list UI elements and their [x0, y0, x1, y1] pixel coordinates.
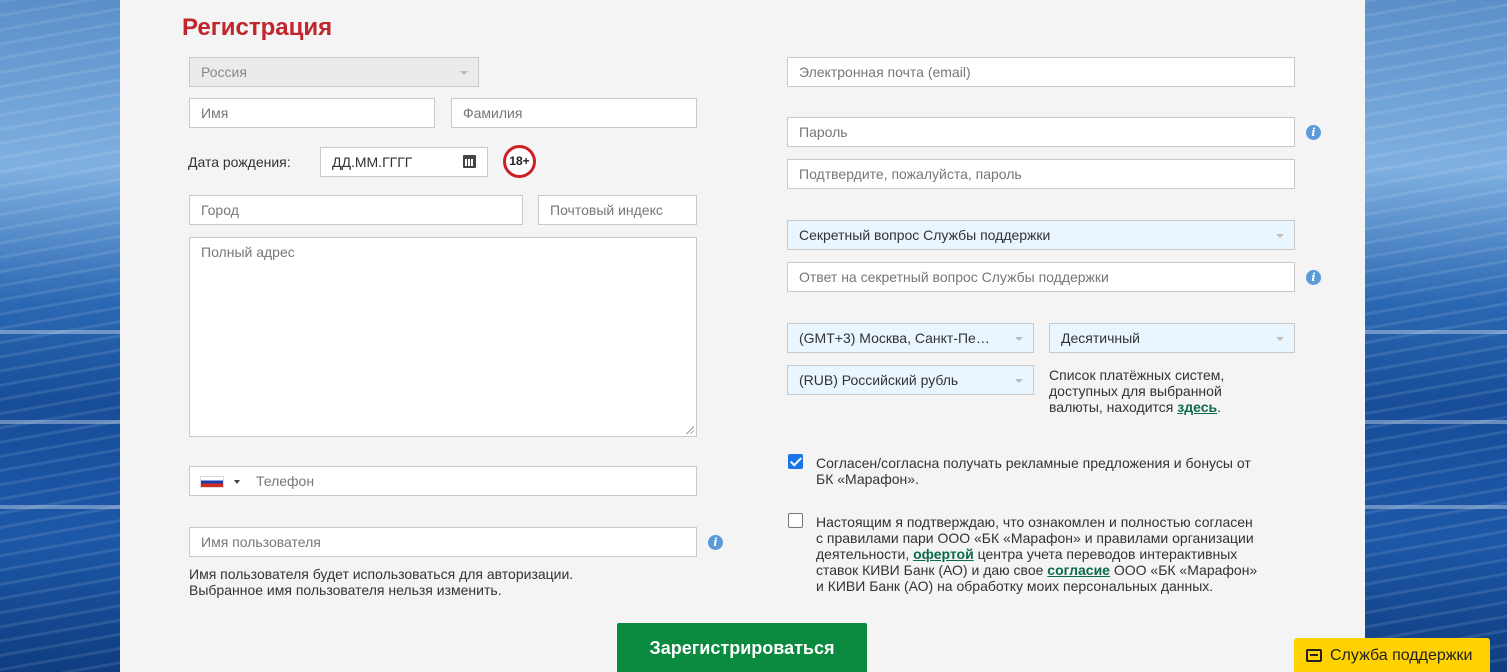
agreement-link[interactable]: согласие: [1047, 562, 1110, 578]
confirm-password-input[interactable]: Подтвердите, пожалуйста, пароль: [787, 159, 1295, 189]
email-input[interactable]: Электронная почта (email): [787, 57, 1295, 87]
payment-systems-link[interactable]: здесь: [1177, 399, 1217, 415]
payment-note-line: доступных для выбранной: [1049, 383, 1222, 399]
country-select[interactable]: Россия: [189, 57, 479, 87]
timezone-value: (GMT+3) Москва, Санкт-Пе…: [799, 330, 990, 346]
marketing-consent-checkbox[interactable]: [788, 454, 803, 469]
phone-input[interactable]: Телефон: [189, 466, 697, 496]
consent-line: ставок КИВИ Банк (АО) и даю свое согласи…: [816, 562, 1257, 578]
dob-input[interactable]: ДД.ММ.ГГГГ: [320, 147, 488, 177]
zip-placeholder: Почтовый индекс: [550, 202, 663, 218]
info-icon[interactable]: i: [1306, 270, 1321, 285]
username-placeholder: Имя пользователя: [201, 534, 321, 550]
consent-text: центра учета переводов интерактивных: [977, 546, 1238, 562]
first-name-input[interactable]: Имя: [189, 98, 435, 128]
city-input[interactable]: Город: [189, 195, 523, 225]
consent-text: деятельности,: [816, 546, 910, 562]
country-value: Россия: [201, 64, 247, 80]
secret-answer-placeholder: Ответ на секретный вопрос Службы поддерж…: [799, 269, 1109, 285]
info-icon[interactable]: i: [1306, 125, 1321, 140]
username-hint-line: Выбранное имя пользователя нельзя измени…: [189, 582, 502, 598]
first-name-placeholder: Имя: [201, 105, 229, 121]
chevron-down-icon: [1276, 337, 1284, 341]
secret-question-select[interactable]: Секретный вопрос Службы поддержки: [787, 220, 1295, 250]
info-icon[interactable]: i: [708, 535, 723, 550]
currency-value: (RUB) Российский рубль: [799, 372, 959, 388]
stadium-stripe: [1365, 505, 1507, 509]
dob-placeholder: ДД.ММ.ГГГГ: [332, 154, 413, 170]
stadium-stripe: [1365, 420, 1507, 424]
phone-placeholder: Телефон: [256, 473, 315, 489]
background-stadium-right: [1365, 0, 1507, 672]
support-button[interactable]: Служба поддержки: [1294, 638, 1490, 672]
payment-note-text: валюты, находится: [1049, 399, 1174, 415]
background-stadium-left: [0, 0, 120, 672]
payment-note-line: Список платёжных систем,: [1049, 367, 1225, 383]
chevron-down-icon[interactable]: [234, 480, 240, 484]
stadium-stripe: [1365, 330, 1507, 334]
username-input[interactable]: Имя пользователя: [189, 527, 697, 557]
offer-link[interactable]: офертой: [913, 546, 974, 562]
username-hint: Имя пользователя будет использоваться дл…: [189, 566, 573, 598]
city-placeholder: Город: [201, 202, 239, 218]
consent-text: ООО «БК «Марафон»: [1113, 562, 1258, 578]
russia-flag-icon[interactable]: [200, 476, 224, 488]
support-label: Служба поддержки: [1330, 647, 1473, 664]
chevron-down-icon: [1015, 337, 1023, 341]
zip-input[interactable]: Почтовый индекс: [538, 195, 697, 225]
confirm-password-placeholder: Подтвердите, пожалуйста, пароль: [799, 166, 1022, 182]
odds-format-value: Десятичный: [1061, 330, 1140, 346]
page-title: Регистрация: [182, 14, 333, 41]
consent-line: БК «Марафон».: [816, 471, 919, 487]
consent-line: Настоящим я подтверждаю, что ознакомлен …: [816, 514, 1253, 530]
secret-answer-input[interactable]: Ответ на секретный вопрос Службы поддерж…: [787, 262, 1295, 292]
stadium-stripe: [0, 505, 120, 509]
age-restriction-badge: 18+: [503, 145, 536, 178]
payment-systems-note: Список платёжных систем, доступных для в…: [1049, 367, 1224, 415]
timezone-select[interactable]: (GMT+3) Москва, Санкт-Пе…: [787, 323, 1034, 353]
address-placeholder: Полный адрес: [201, 244, 295, 260]
payment-note-line: валюты, находится здесь.: [1049, 399, 1224, 415]
marketing-consent-text: Согласен/согласна получать рекламные пре…: [816, 455, 1251, 487]
address-textarea[interactable]: Полный адрес: [189, 237, 697, 437]
stadium-stripe: [0, 330, 120, 334]
calendar-icon[interactable]: [463, 155, 476, 168]
chat-icon: [1306, 649, 1322, 662]
currency-select[interactable]: (RUB) Российский рубль: [787, 365, 1034, 395]
resize-handle[interactable]: [686, 426, 694, 434]
password-input[interactable]: Пароль: [787, 117, 1295, 147]
username-hint-line: Имя пользователя будет использоваться дл…: [189, 566, 574, 582]
chevron-down-icon: [1276, 234, 1284, 238]
consent-line: с правилами пари ООО «БК «Марафон» и пра…: [816, 530, 1254, 546]
chevron-down-icon: [1015, 379, 1023, 383]
stadium-stripe: [0, 420, 120, 424]
odds-format-select[interactable]: Десятичный: [1049, 323, 1295, 353]
chevron-down-icon: [460, 71, 468, 75]
terms-consent-checkbox[interactable]: [788, 513, 803, 528]
secret-question-value: Секретный вопрос Службы поддержки: [799, 227, 1051, 243]
payment-note-end: .: [1217, 399, 1221, 415]
terms-consent-text: Настоящим я подтверждаю, что ознакомлен …: [816, 514, 1257, 594]
consent-text: ставок КИВИ Банк (АО) и даю свое: [816, 562, 1044, 578]
email-placeholder: Электронная почта (email): [799, 64, 971, 80]
consent-line: деятельности, офертой центра учета перев…: [816, 546, 1257, 562]
last-name-input[interactable]: Фамилия: [451, 98, 697, 128]
register-button[interactable]: Зарегистрироваться: [617, 623, 867, 672]
consent-line: Согласен/согласна получать рекламные пре…: [816, 455, 1251, 471]
last-name-placeholder: Фамилия: [463, 105, 523, 121]
dob-label: Дата рождения:: [188, 154, 291, 170]
password-placeholder: Пароль: [799, 124, 848, 140]
consent-line: и КИВИ Банк (АО) на обработку моих персо…: [816, 578, 1214, 594]
